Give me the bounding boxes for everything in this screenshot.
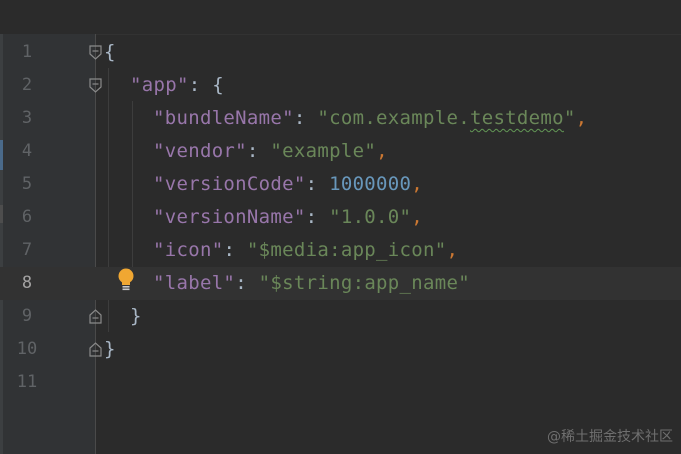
json-key: "app" [130, 74, 189, 96]
line-number: 9 [21, 306, 33, 326]
line-number: 11 [16, 372, 38, 392]
line-number: 2 [21, 75, 33, 95]
line-number: 8 [21, 273, 33, 293]
json-key: "vendor" [153, 140, 247, 162]
code-line-8-current[interactable]: 8 "label": "$string:app_name" [0, 267, 681, 300]
comma: , [411, 206, 424, 228]
editor-top-bar [0, 0, 681, 35]
line-number: 7 [21, 240, 33, 260]
watermark: @稀土掘金技术社区 [547, 429, 673, 445]
line-number: 4 [21, 141, 33, 161]
colon: : [305, 173, 330, 195]
comma: , [446, 239, 459, 261]
line-number: 1 [21, 42, 33, 62]
line-number: 10 [16, 339, 38, 359]
json-key: "bundleName" [153, 107, 294, 129]
lightbulb-icon[interactable] [115, 267, 137, 293]
code-line-3[interactable]: 3 "bundleName": "com.example.testdemo", [0, 102, 681, 135]
code-text[interactable]: } [104, 333, 116, 366]
colon: : [188, 74, 213, 96]
open-brace: { [104, 41, 116, 63]
comma: , [411, 173, 424, 195]
json-string: "$string:app_name" [258, 272, 470, 294]
close-brace: } [104, 338, 116, 360]
code-line-7[interactable]: 7 "icon": "$media:app_icon", [0, 234, 681, 267]
json-key: "icon" [153, 239, 224, 261]
fold-marker-icon[interactable] [89, 45, 102, 60]
code-line-11[interactable]: 11 [0, 366, 681, 399]
fold-marker-icon[interactable] [89, 78, 102, 93]
json-string: "com.example. [317, 107, 470, 129]
fold-marker-icon[interactable] [89, 309, 102, 324]
json-string: "1.0.0" [329, 206, 412, 228]
close-brace: } [130, 305, 142, 327]
colon: : [305, 206, 330, 228]
code-line-10[interactable]: 10 } [0, 333, 681, 366]
json-string: "$media:app_icon" [246, 239, 447, 261]
line-number: 5 [21, 174, 33, 194]
code-text[interactable]: "label": "$string:app_name" [153, 267, 470, 300]
json-string: " [563, 107, 576, 129]
code-text[interactable]: "bundleName": "com.example.testdemo", [153, 102, 587, 135]
colon: : [223, 239, 247, 261]
code-line-6[interactable]: 6 "versionName": "1.0.0", [0, 201, 681, 234]
line-number: 3 [21, 108, 33, 128]
code-text[interactable]: "vendor": "example", [153, 135, 388, 168]
code-text[interactable]: "app": { [130, 69, 224, 102]
colon: : [235, 272, 259, 294]
line-number: 6 [21, 207, 33, 227]
json-key: "versionName" [153, 206, 306, 228]
code-text[interactable]: "icon": "$media:app_icon", [153, 234, 458, 267]
code-text[interactable]: } [130, 300, 142, 333]
code-line-4[interactable]: 4 "vendor": "example", [0, 135, 681, 168]
code-line-9[interactable]: 9 } [0, 300, 681, 333]
colon: : [246, 140, 271, 162]
code-line-2[interactable]: 2 "app": { [0, 69, 681, 102]
code-editor[interactable]: 1 { 2 "app": { 3 "bundleName": "com.exam… [0, 0, 681, 454]
typo-highlight[interactable]: testdemo [470, 107, 564, 129]
json-number: 1000000 [329, 173, 412, 195]
open-brace: { [212, 74, 224, 96]
json-string: "example" [270, 140, 377, 162]
json-key: "versionCode" [153, 173, 306, 195]
code-line-5[interactable]: 5 "versionCode": 1000000, [0, 168, 681, 201]
code-text[interactable]: { [104, 36, 116, 69]
colon: : [293, 107, 318, 129]
comma: , [575, 107, 588, 129]
code-text[interactable]: "versionName": "1.0.0", [153, 201, 423, 234]
comma: , [376, 140, 388, 162]
code-text[interactable]: "versionCode": 1000000, [153, 168, 423, 201]
json-key: "label" [153, 272, 236, 294]
fold-marker-icon[interactable] [89, 342, 102, 357]
code-line-1[interactable]: 1 { [0, 36, 681, 69]
